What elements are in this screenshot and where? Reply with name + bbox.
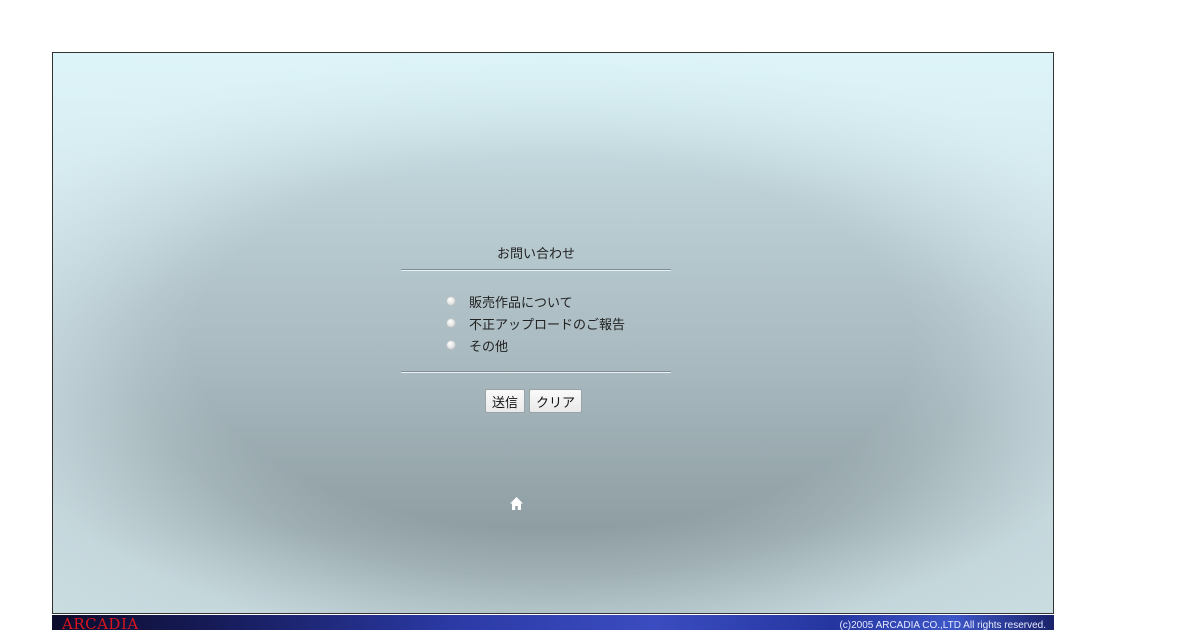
copyright-text: (c)2005 ARCADIA CO.,LTD All rights reser… [839, 620, 1046, 630]
arcadia-logo: ARCADIA [62, 615, 139, 630]
radio-button[interactable] [446, 296, 456, 306]
option-sales-works[interactable]: 販売作品について [446, 290, 625, 312]
form-actions: 送信 クリア [485, 389, 583, 413]
option-label: 販売作品について [469, 295, 573, 311]
divider-bottom [401, 371, 671, 373]
option-label: その他 [469, 339, 509, 355]
inquiry-type-options: 販売作品について 不正アップロードのご報告 その他 [446, 290, 625, 356]
home-icon[interactable] [509, 496, 524, 511]
radio-button[interactable] [446, 340, 456, 350]
option-illegal-upload-report[interactable]: 不正アップロードのご報告 [446, 312, 625, 334]
form-title: お問い合わせ [496, 247, 575, 262]
radio-button[interactable] [446, 318, 456, 328]
option-other[interactable]: その他 [446, 334, 625, 356]
option-label: 不正アップロードのご報告 [469, 317, 626, 333]
content-panel: お問い合わせ 販売作品について 不正アップロードのご報告 その他 送信 クリア [52, 52, 1054, 614]
clear-button[interactable]: クリア [529, 389, 583, 413]
submit-button[interactable]: 送信 [485, 389, 526, 413]
footer-bar: ARCADIA (c)2005 ARCADIA CO.,LTD All righ… [52, 615, 1054, 630]
divider-top [401, 269, 671, 271]
